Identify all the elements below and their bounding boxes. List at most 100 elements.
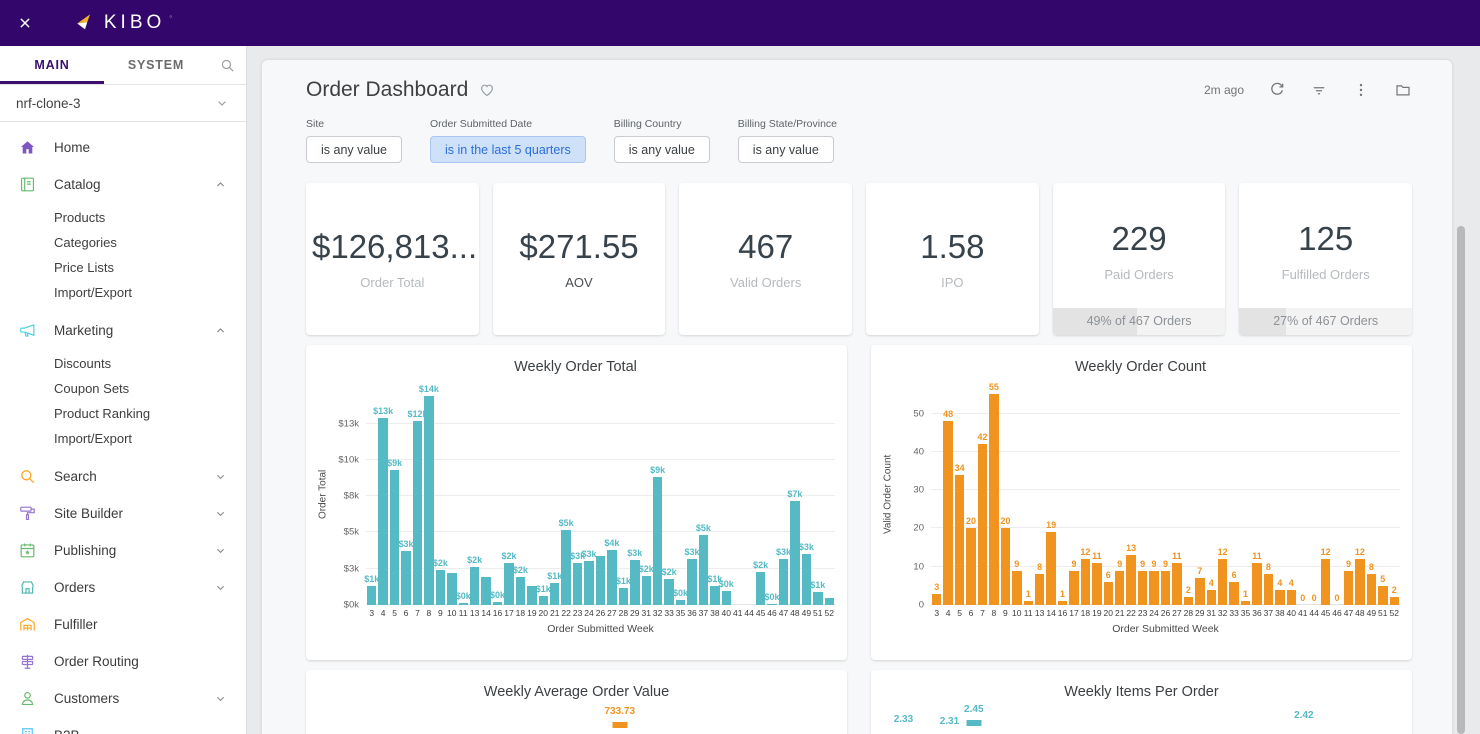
bar[interactable] <box>1035 574 1044 605</box>
filter-value-chip[interactable]: is any value <box>738 136 834 163</box>
bar[interactable] <box>1149 571 1158 605</box>
bar[interactable] <box>493 602 502 605</box>
bar[interactable] <box>1252 563 1261 605</box>
bar[interactable] <box>1264 574 1273 605</box>
sidebar-item-search[interactable]: Search <box>0 458 246 495</box>
bar[interactable] <box>1390 597 1399 605</box>
bar[interactable] <box>378 418 387 605</box>
bar[interactable] <box>1172 563 1181 605</box>
chevron-down-icon[interactable] <box>213 543 228 558</box>
sidebar-item-b2b[interactable]: B2B <box>0 717 246 734</box>
bar[interactable] <box>989 394 998 605</box>
favorite-heart-icon[interactable] <box>478 81 496 99</box>
bar[interactable] <box>825 598 834 605</box>
bar-slot[interactable]: $0k <box>492 383 503 605</box>
bar-slot[interactable]: 20 <box>965 383 976 605</box>
bar[interactable] <box>1126 555 1135 605</box>
bar[interactable] <box>653 477 662 605</box>
bar[interactable] <box>767 604 776 605</box>
bar[interactable] <box>1207 590 1216 605</box>
bar[interactable] <box>1092 563 1101 605</box>
bar-slot[interactable]: $2k <box>641 383 652 605</box>
bar[interactable] <box>1161 571 1170 605</box>
bar[interactable] <box>424 396 433 605</box>
bar[interactable] <box>1001 528 1010 605</box>
bar[interactable] <box>539 596 548 605</box>
bar[interactable] <box>642 576 651 605</box>
sidebar-subitem-discounts[interactable]: Discounts <box>0 351 246 376</box>
bar-slot[interactable]: 9 <box>1114 383 1125 605</box>
chevron-down-icon[interactable] <box>213 506 228 521</box>
bar[interactable] <box>561 530 570 605</box>
bar[interactable] <box>779 559 788 605</box>
chevron-down-icon[interactable] <box>213 728 228 734</box>
bar-slot[interactable]: 9 <box>1137 383 1148 605</box>
sidebar-item-orders[interactable]: Orders <box>0 569 246 606</box>
bar-slot[interactable]: 6 <box>1228 383 1239 605</box>
bar-slot[interactable]: 9 <box>1148 383 1159 605</box>
bar[interactable] <box>1321 559 1330 605</box>
bar-slot[interactable]: 9 <box>1068 383 1079 605</box>
bar[interactable] <box>596 556 605 605</box>
sidebar-search-icon[interactable] <box>208 46 246 84</box>
bar-slot[interactable]: $13k <box>377 383 388 605</box>
chevron-up-icon[interactable] <box>213 323 228 338</box>
bar[interactable] <box>1367 574 1376 605</box>
bar-slot[interactable]: 48 <box>942 383 953 605</box>
bar-slot[interactable]: $2k <box>755 383 766 605</box>
bar-slot[interactable] <box>732 383 743 605</box>
bar[interactable] <box>1138 571 1147 605</box>
bar-slot[interactable]: $2k <box>435 383 446 605</box>
bar[interactable] <box>1115 571 1124 605</box>
bar-slot[interactable]: 2 <box>1389 383 1400 605</box>
tab-main[interactable]: MAIN <box>0 46 104 84</box>
bar-slot[interactable]: 4 <box>1286 383 1297 605</box>
bar-slot[interactable]: $0k <box>766 383 777 605</box>
bar[interactable] <box>943 421 952 605</box>
chevron-up-icon[interactable] <box>213 177 228 192</box>
bar[interactable] <box>470 567 479 605</box>
bar[interactable] <box>619 588 628 605</box>
bar-slot[interactable]: 12 <box>1354 383 1365 605</box>
sidebar-subitem-product-ranking[interactable]: Product Ranking <box>0 401 246 426</box>
bar-slot[interactable]: $1k <box>618 383 629 605</box>
bar-slot[interactable]: $1k <box>549 383 560 605</box>
chevron-down-icon[interactable] <box>213 691 228 706</box>
sidebar-subitem-categories[interactable]: Categories <box>0 230 246 255</box>
chevron-down-icon[interactable] <box>213 580 228 595</box>
bar[interactable] <box>1104 582 1113 605</box>
bar[interactable] <box>1184 597 1193 605</box>
bar-slot[interactable]: 42 <box>977 383 988 605</box>
bar[interactable] <box>1218 559 1227 605</box>
bar-slot[interactable]: 9 <box>1343 383 1354 605</box>
bar-slot[interactable] <box>446 383 457 605</box>
bar[interactable] <box>390 470 399 605</box>
refresh-icon[interactable] <box>1268 81 1286 99</box>
bar-slot[interactable]: 1 <box>1023 383 1034 605</box>
sidebar-item-home[interactable]: Home <box>0 129 246 166</box>
bar-slot[interactable]: 20 <box>1000 383 1011 605</box>
bar[interactable] <box>1229 582 1238 605</box>
folder-icon[interactable] <box>1394 81 1412 99</box>
bar[interactable] <box>1355 559 1364 605</box>
bar-slot[interactable]: $5k <box>560 383 571 605</box>
bar-slot[interactable]: 2 <box>1183 383 1194 605</box>
bar-slot[interactable]: 5 <box>1377 383 1388 605</box>
bar-slot[interactable]: 55 <box>988 383 999 605</box>
bar[interactable] <box>1195 578 1204 605</box>
bar-slot[interactable]: 19 <box>1045 383 1056 605</box>
bar[interactable] <box>1241 601 1250 605</box>
bar-slot[interactable]: 9 <box>1011 383 1022 605</box>
bar[interactable] <box>966 720 981 726</box>
bar[interactable] <box>978 444 987 605</box>
bar-slot[interactable]: 6 <box>1103 383 1114 605</box>
sidebar-subitem-coupon-sets[interactable]: Coupon Sets <box>0 376 246 401</box>
filter-value-chip[interactable]: is any value <box>614 136 710 163</box>
bar[interactable] <box>1012 571 1021 605</box>
bar-slot[interactable]: 3 <box>931 383 942 605</box>
bar-slot[interactable]: $5k <box>698 383 709 605</box>
bar-slot[interactable]: 11 <box>1091 383 1102 605</box>
bar[interactable] <box>687 559 696 605</box>
close-icon[interactable] <box>16 14 34 32</box>
bar[interactable] <box>1058 601 1067 605</box>
